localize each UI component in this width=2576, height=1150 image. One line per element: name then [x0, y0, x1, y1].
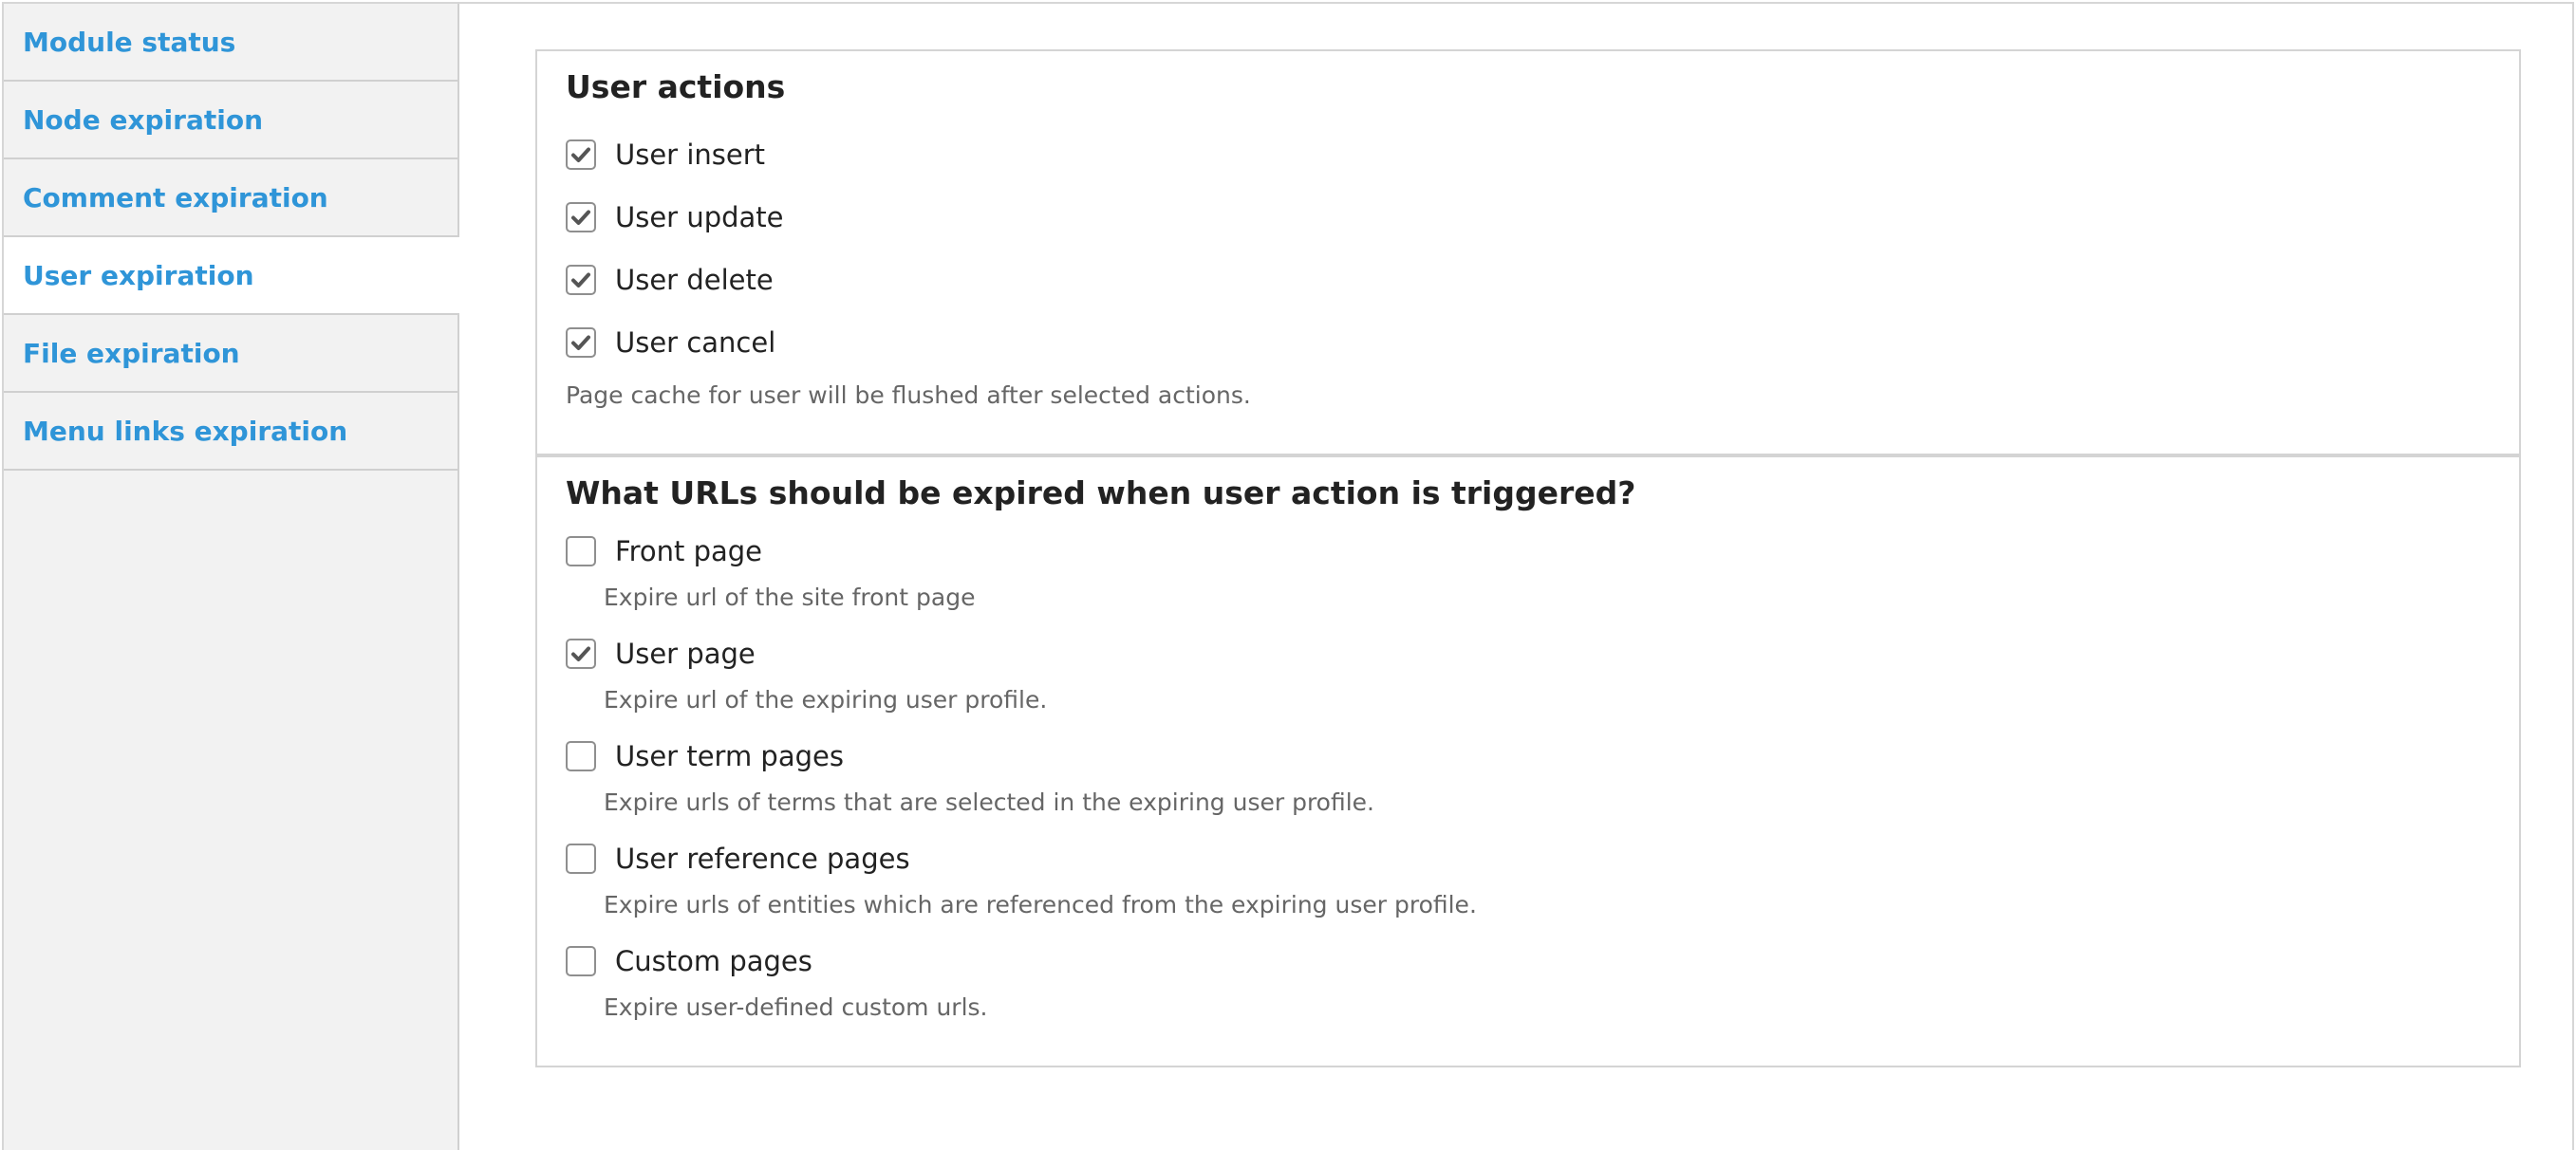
checkmark-icon — [571, 147, 590, 162]
user-term-pages-description: Expire urls of terms that are selected i… — [604, 788, 1374, 816]
checkmark-icon — [571, 646, 590, 661]
option-user-cancel: User cancel — [566, 326, 775, 359]
custom-pages-description: Expire user-defined custom urls. — [604, 993, 988, 1021]
checkmark-icon — [571, 335, 590, 350]
user-delete-checkbox[interactable] — [566, 265, 596, 295]
user-delete-label[interactable]: User delete — [615, 264, 774, 296]
option-user-term-pages: User term pages — [566, 740, 844, 772]
checkmark-icon — [571, 272, 590, 288]
checkmark-icon — [571, 210, 590, 225]
user-update-checkbox[interactable] — [566, 202, 596, 232]
user-page-checkbox[interactable] — [566, 639, 596, 669]
custom-pages-checkbox[interactable] — [566, 946, 596, 976]
user-expiration-panel: User actions User insert User update Use… — [535, 49, 2521, 1067]
user-term-pages-label[interactable]: User term pages — [615, 740, 844, 772]
user-insert-label[interactable]: User insert — [615, 139, 765, 171]
option-user-page: User page — [566, 638, 756, 670]
option-user-delete: User delete — [566, 264, 774, 296]
user-actions-fieldset: User actions User insert User update Use… — [535, 49, 2521, 455]
user-term-pages-checkbox[interactable] — [566, 741, 596, 771]
option-user-insert: User insert — [566, 139, 765, 171]
user-actions-description: Page cache for user will be flushed afte… — [566, 381, 1251, 409]
tab-file-expiration[interactable]: File expiration — [4, 315, 457, 393]
tab-menu-links-expiration[interactable]: Menu links expiration — [4, 393, 457, 471]
tab-user-expiration[interactable]: User expiration — [4, 237, 459, 315]
front-page-description: Expire url of the site front page — [604, 584, 976, 611]
urls-fieldset: What URLs should be expired when user ac… — [535, 455, 2521, 1067]
user-page-label[interactable]: User page — [615, 638, 756, 670]
user-reference-pages-description: Expire urls of entities which are refere… — [604, 891, 1477, 918]
custom-pages-label[interactable]: Custom pages — [615, 945, 812, 977]
user-cancel-checkbox[interactable] — [566, 327, 596, 358]
option-custom-pages: Custom pages — [566, 945, 812, 977]
urls-title: What URLs should be expired when user ac… — [566, 474, 1636, 511]
user-reference-pages-checkbox[interactable] — [566, 844, 596, 874]
user-reference-pages-label[interactable]: User reference pages — [615, 843, 910, 875]
front-page-checkbox[interactable] — [566, 536, 596, 566]
user-cancel-label[interactable]: User cancel — [615, 326, 775, 359]
user-update-label[interactable]: User update — [615, 201, 784, 233]
tab-node-expiration[interactable]: Node expiration — [4, 82, 457, 159]
user-insert-checkbox[interactable] — [566, 139, 596, 170]
vertical-tabs-sidebar: Module status Node expiration Comment ex… — [4, 4, 459, 1150]
tab-module-status[interactable]: Module status — [4, 4, 457, 82]
user-page-description: Expire url of the expiring user profile. — [604, 686, 1048, 714]
option-user-reference-pages: User reference pages — [566, 843, 910, 875]
option-user-update: User update — [566, 201, 784, 233]
user-actions-title: User actions — [566, 68, 786, 105]
front-page-label[interactable]: Front page — [615, 535, 762, 567]
option-front-page: Front page — [566, 535, 762, 567]
tab-comment-expiration[interactable]: Comment expiration — [4, 159, 457, 237]
